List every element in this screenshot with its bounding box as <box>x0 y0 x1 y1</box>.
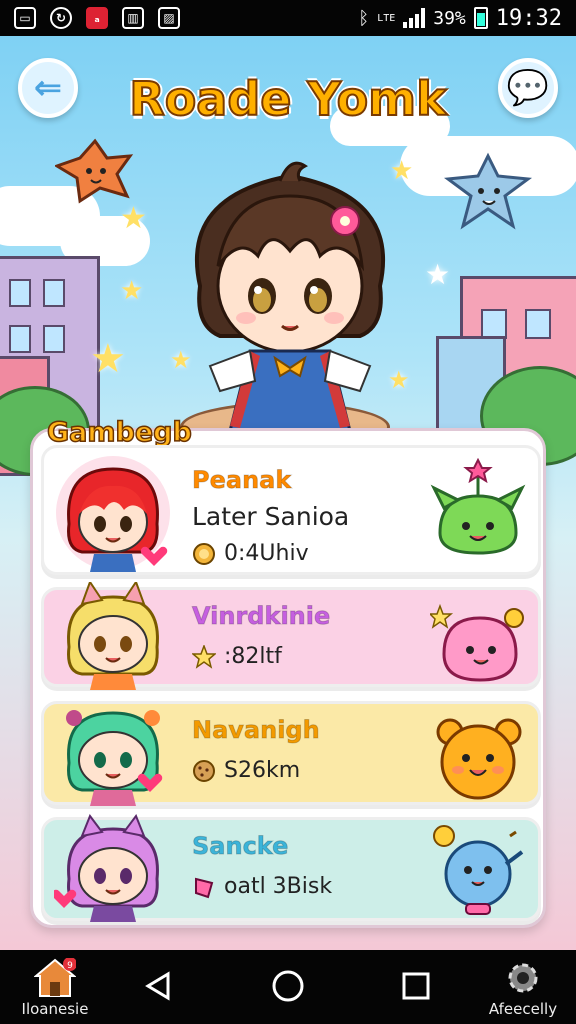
coin-icon <box>193 542 215 565</box>
back-arrow-icon: ⇐ <box>33 68 63 108</box>
list-item[interactable]: Vinrdkinie :82ltf <box>41 582 541 690</box>
main-character[interactable] <box>170 136 410 466</box>
character-name: Vinrdkinie <box>191 602 331 631</box>
star-sparkle-icon: ★ <box>120 276 144 306</box>
chat-button[interactable]: 💬 <box>498 58 558 118</box>
home-circle-button[interactable] <box>270 968 306 1004</box>
back-nav-button[interactable] <box>140 968 176 1004</box>
page-title: Roade Yomk <box>128 71 447 127</box>
chat-bubble-icon: 💬 <box>506 68 550 108</box>
back-button[interactable]: ⇐ <box>18 58 78 118</box>
home-badge: 9 <box>67 961 73 971</box>
app-notification-icon: ₐ <box>86 7 108 29</box>
list-item[interactable]: Peanak Later Sanioa 0:4Uhiv <box>41 445 541 575</box>
game-scene: ★ ★ ★ ★ ★ ★ ★ ⇐ Roade Yomk 💬 Gambegb Pea… <box>0 36 576 950</box>
book-icon: ▥ <box>122 7 144 29</box>
house-icon: 9 <box>34 958 76 997</box>
character-stat: :82ltf <box>192 644 330 669</box>
gear-icon <box>508 963 538 993</box>
star-sparkle-icon: ★ <box>120 201 147 236</box>
bluetooth-icon: ᛒ <box>358 7 370 29</box>
circle-home-icon <box>272 970 304 1002</box>
character-stat: S26km <box>192 758 320 783</box>
home-nav-button[interactable]: 9 Iloanesie <box>10 958 100 1018</box>
list-item[interactable]: Navanigh S26km <box>41 701 541 806</box>
avatar <box>67 582 159 690</box>
clock: 19:32 <box>495 5 562 31</box>
character-stat: 0:4Uhiv <box>192 541 349 566</box>
stat-value: oatl 3Bisk <box>224 874 333 899</box>
green-slime-icon <box>430 458 526 555</box>
settings-nav-button[interactable]: Afeecelly <box>478 958 568 1018</box>
square-recents-icon <box>402 972 430 1000</box>
star-sparkle-icon: ★ <box>90 336 126 382</box>
settings-nav-label: Afeecelly <box>488 1000 558 1018</box>
battery-icon <box>473 7 488 29</box>
stat-value: S26km <box>224 758 301 783</box>
gem-icon <box>195 877 214 898</box>
avatar <box>66 710 163 806</box>
orange-bear-icon <box>436 718 522 800</box>
orange-creature-icon <box>55 138 134 204</box>
list-item[interactable]: Sancke oatl 3Bisk <box>41 814 541 922</box>
triangle-back-icon <box>145 971 170 1001</box>
status-bar: ▭ ↻ ₐ ▥ ▨ ᛒ LTE 39% 19:32 <box>0 0 576 36</box>
character-subtitle: Later Sanioa <box>192 502 350 531</box>
cookie-icon <box>193 759 215 782</box>
character-name: Peanak <box>191 466 292 495</box>
character-stat: oatl 3Bisk <box>192 874 332 899</box>
character-name: Sancke <box>191 832 289 861</box>
avatar <box>56 456 170 572</box>
star-sparkle-icon: ★ <box>425 258 451 291</box>
image-icon: ▨ <box>158 7 180 29</box>
signal-icon <box>403 8 426 28</box>
list-badge: Gambegb <box>46 416 192 449</box>
sync-icon: ↻ <box>50 7 72 29</box>
stat-value: :82ltf <box>224 644 282 669</box>
sd-card-icon: ▭ <box>14 7 36 29</box>
character-list-panel: Gambegb Peanak Later Sanioa 0:4Uhiv Vinr… <box>30 416 546 928</box>
blue-creature-icon <box>443 152 533 230</box>
character-name: Navanigh <box>192 716 321 745</box>
home-nav-label: Iloanesie <box>21 1000 89 1018</box>
recents-button[interactable] <box>398 968 434 1004</box>
pink-blob-icon <box>430 603 524 682</box>
navigation-bar: 9 Iloanesie Afeecelly <box>0 950 576 1024</box>
stat-value: 0:4Uhiv <box>224 541 309 566</box>
blue-bird-icon <box>433 825 524 915</box>
avatar <box>54 814 159 922</box>
star-icon <box>192 644 216 669</box>
network-type-icon: LTE <box>377 12 396 24</box>
battery-percent: 39% <box>433 7 466 29</box>
